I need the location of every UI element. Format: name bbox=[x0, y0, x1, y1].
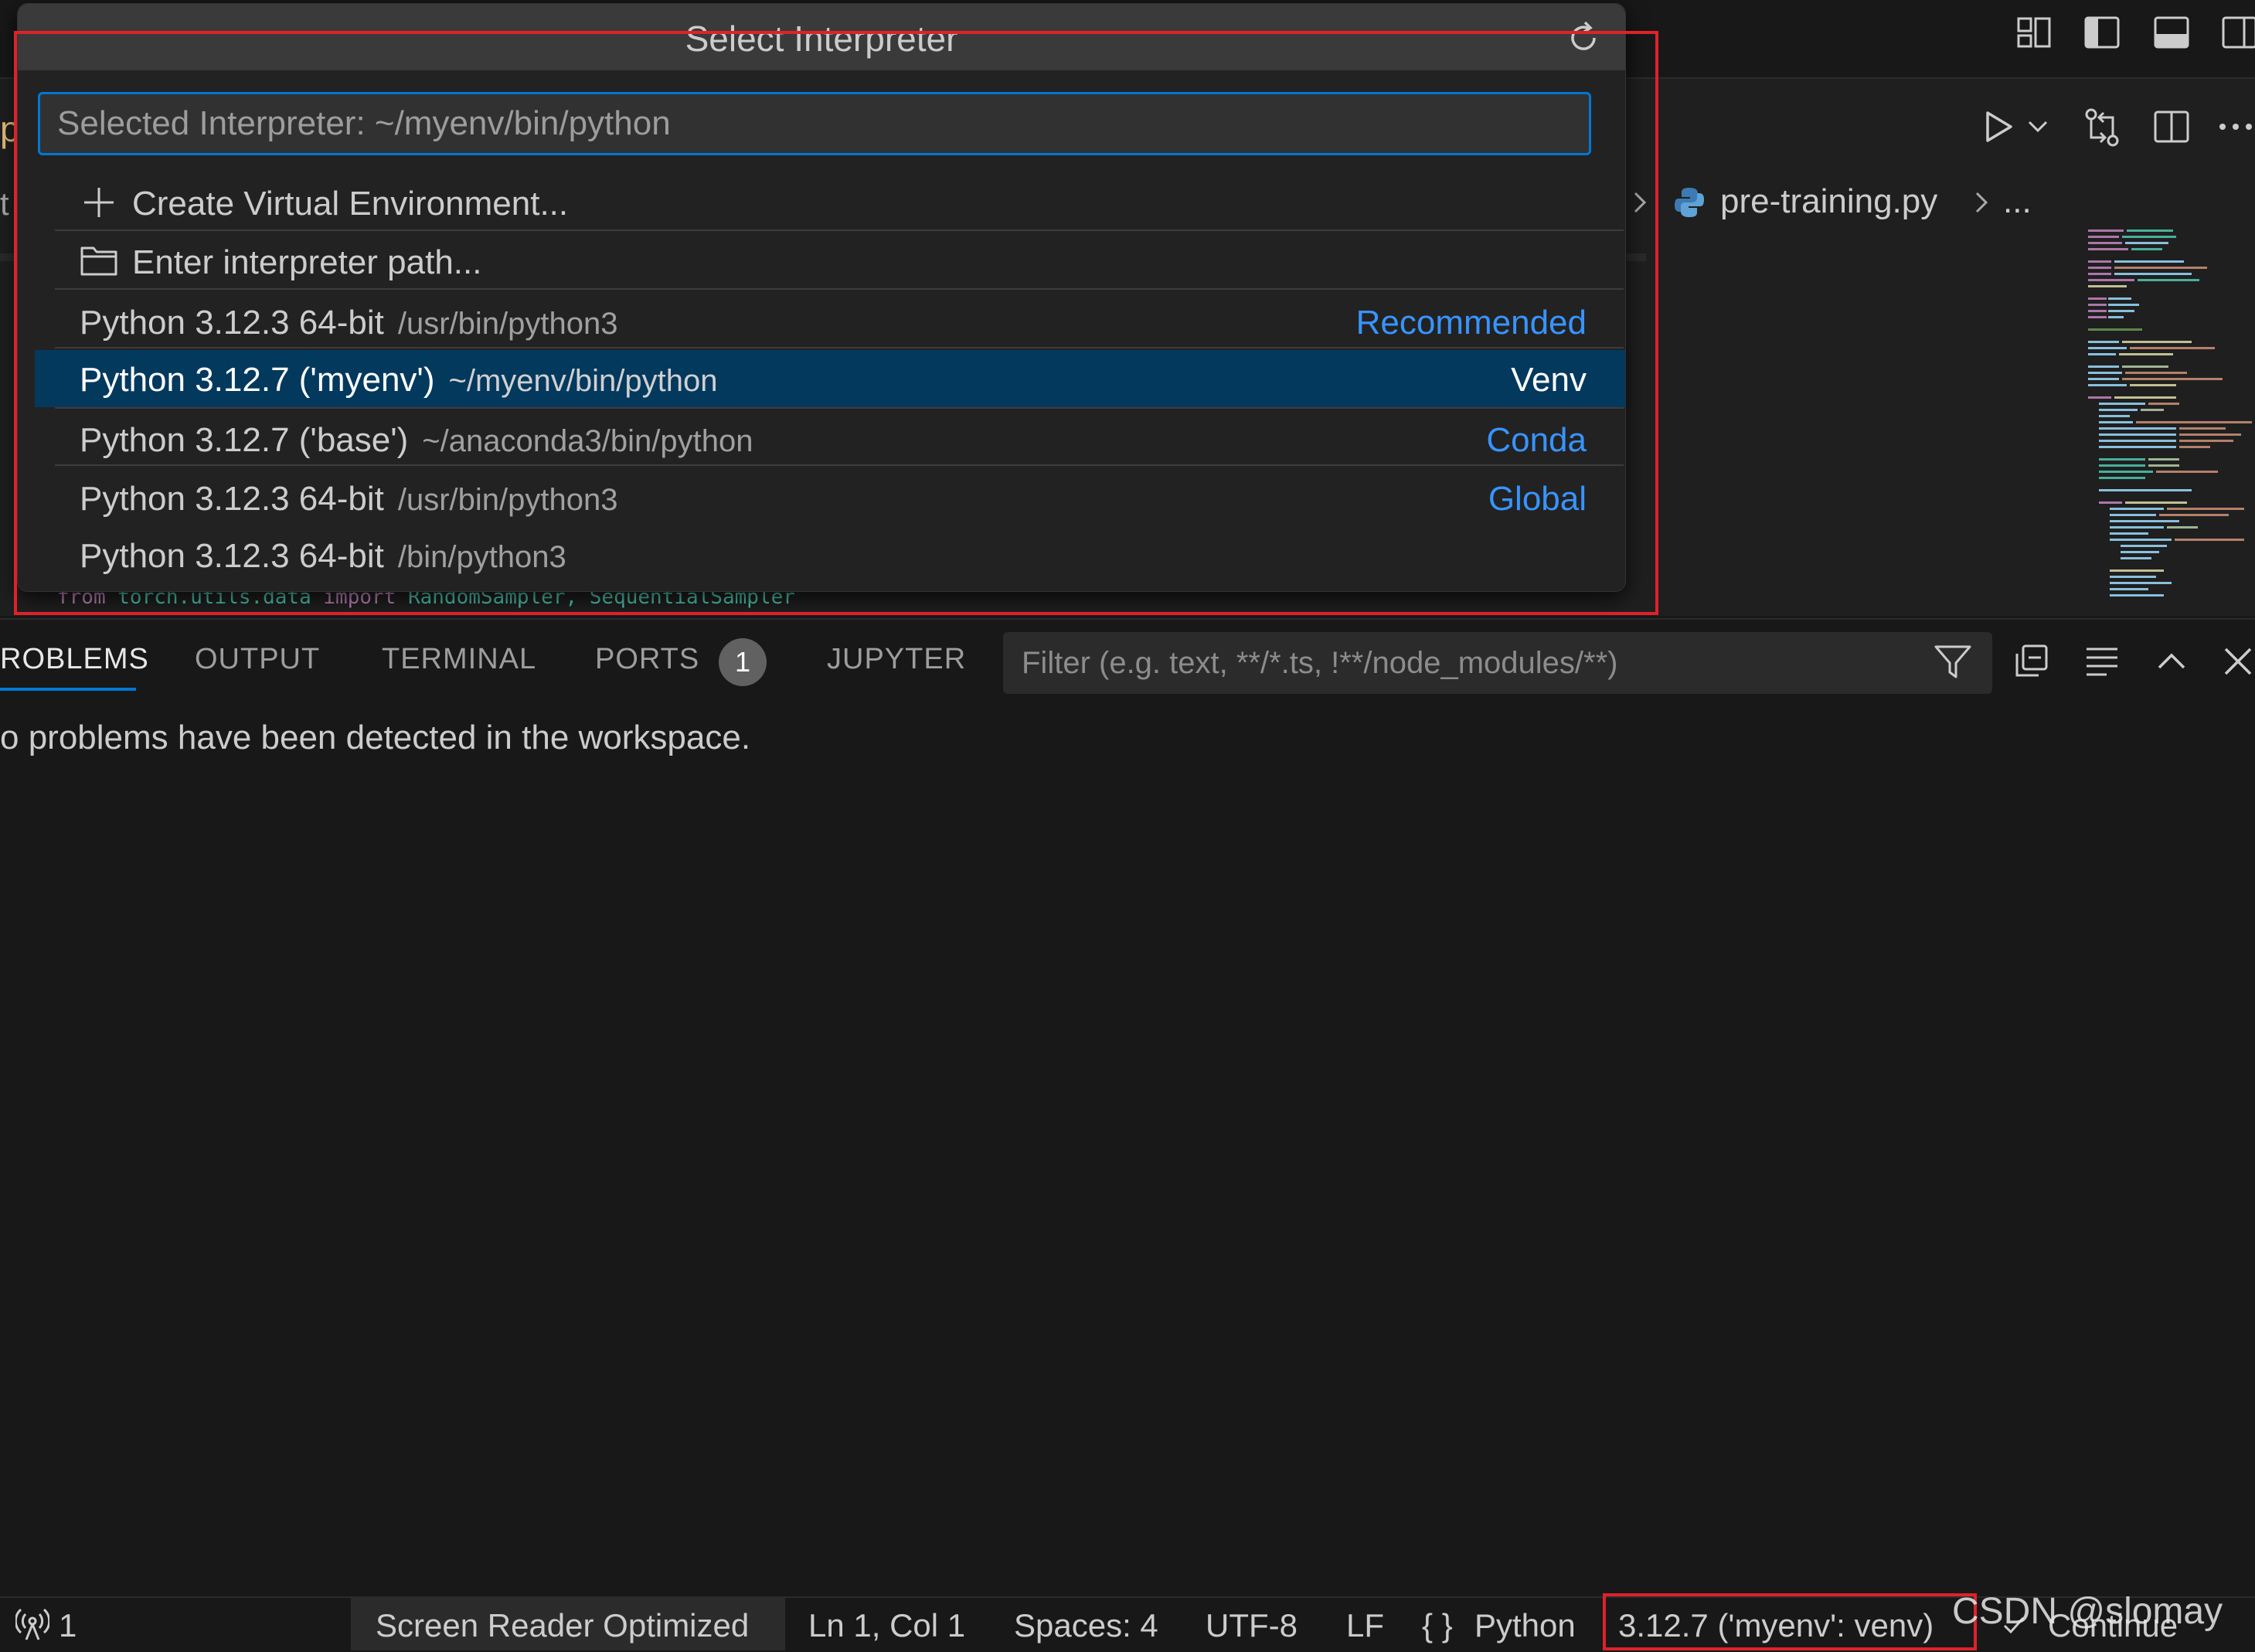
braces-icon: { } bbox=[1422, 1607, 1453, 1644]
watermark: CSDN @slomay bbox=[1952, 1591, 2223, 1632]
problems-filter-input[interactable] bbox=[1003, 632, 1992, 694]
toggle-panel-icon[interactable] bbox=[2153, 14, 2190, 51]
customize-layout-icon[interactable] bbox=[2015, 14, 2053, 51]
chevron-right-icon bbox=[1972, 189, 1991, 216]
encoding[interactable]: UTF-8 bbox=[1206, 1607, 1298, 1644]
bottom-panel bbox=[0, 618, 2255, 1598]
ports-count-badge: 1 bbox=[719, 638, 767, 686]
tab-ports[interactable]: PORTS bbox=[595, 643, 699, 676]
screen-reader-mode[interactable]: Screen Reader Optimized bbox=[376, 1607, 749, 1644]
split-editor-icon[interactable] bbox=[2153, 108, 2190, 145]
active-tab-indicator bbox=[0, 688, 136, 691]
collapse-all-icon[interactable] bbox=[2012, 643, 2049, 680]
toggle-secondary-sidebar-icon[interactable] bbox=[2221, 14, 2255, 51]
annotation-box bbox=[14, 31, 1658, 615]
tab-terminal[interactable]: TERMINAL bbox=[382, 643, 536, 676]
filter-icon[interactable] bbox=[1934, 643, 1972, 682]
tab-problems[interactable]: ROBLEMS bbox=[0, 643, 149, 676]
minimap[interactable] bbox=[2087, 228, 2255, 614]
indentation[interactable]: Spaces: 4 bbox=[1014, 1607, 1158, 1644]
close-icon[interactable] bbox=[2221, 644, 2255, 678]
python-file-icon bbox=[1672, 185, 1706, 219]
annotation-box bbox=[1603, 1593, 1977, 1650]
language-mode[interactable]: Python bbox=[1474, 1607, 1576, 1644]
ports-status[interactable]: 1 bbox=[59, 1607, 77, 1644]
tab-output[interactable]: OUTPUT bbox=[195, 643, 320, 676]
compare-changes-icon[interactable] bbox=[2082, 107, 2122, 148]
maximize-panel-icon[interactable] bbox=[2155, 646, 2189, 677]
end-of-line[interactable]: LF bbox=[1346, 1607, 1384, 1644]
chevron-down-icon[interactable] bbox=[2026, 117, 2049, 136]
word-wrap-icon[interactable] bbox=[2083, 643, 2121, 680]
cursor-position[interactable]: Ln 1, Col 1 bbox=[808, 1607, 965, 1644]
tab-jupyter[interactable]: JUPYTER bbox=[827, 643, 966, 676]
breadcrumb-fragment[interactable]: t bbox=[0, 185, 9, 223]
breadcrumb-file[interactable]: pre-training.py bbox=[1720, 182, 1937, 221]
breadcrumb-symbol[interactable]: ... bbox=[2003, 182, 2032, 221]
toggle-primary-sidebar-icon[interactable] bbox=[2083, 14, 2121, 51]
broadcast-icon[interactable] bbox=[15, 1607, 49, 1641]
problems-empty-message: o problems have been detected in the wor… bbox=[0, 719, 751, 756]
run-python-file-icon[interactable] bbox=[1981, 108, 2015, 145]
more-actions-icon[interactable] bbox=[2216, 108, 2255, 145]
